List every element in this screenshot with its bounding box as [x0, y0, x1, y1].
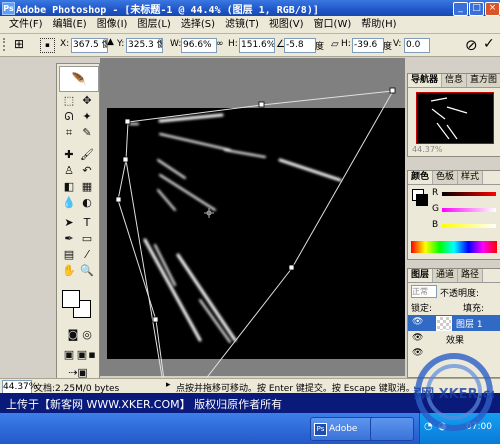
tab-styles[interactable]: 样式 — [458, 171, 484, 184]
layer-name[interactable]: 图层 1 — [456, 317, 483, 330]
eye-icon[interactable]: 👁 — [412, 333, 423, 343]
navigator-panel: 导航器 信息 直方图 44.37% — [407, 73, 500, 157]
color-tabs: 颜色 色板 样式 — [408, 171, 500, 185]
tab-info[interactable]: 信息 — [442, 74, 468, 87]
tab-layers[interactable]: 图层 — [408, 269, 434, 282]
blend-mode-select[interactable]: 正常 — [411, 285, 437, 298]
r-slider[interactable] — [442, 192, 496, 196]
layer-effects-row[interactable]: 👁 效果 — [408, 332, 500, 346]
taskbar-button[interactable] — [370, 417, 414, 441]
layer-thumbnail — [436, 316, 452, 331]
transform-outline — [125, 90, 394, 427]
navigator-zoom[interactable]: 44.37% — [412, 145, 443, 154]
layers-tabs: 图层 通道 路径 — [408, 269, 500, 283]
fill-label: 填充: — [463, 304, 485, 314]
eye-icon[interactable]: 👁 — [412, 317, 423, 327]
b-slider[interactable] — [442, 224, 496, 228]
status-arrow-icon[interactable]: ▸ — [166, 380, 171, 390]
light-streak — [159, 133, 231, 151]
g-slider[interactable] — [442, 208, 496, 212]
tab-navigator[interactable]: 导航器 — [408, 74, 443, 87]
transform-handle[interactable] — [124, 118, 131, 125]
watermark-text: 新客网 XKER.com — [414, 386, 494, 402]
tab-color[interactable]: 颜色 — [408, 171, 434, 184]
color-spectrum-bar[interactable] — [411, 241, 497, 253]
navigator-thumbnail[interactable] — [416, 92, 494, 144]
g-label: G — [432, 204, 439, 214]
tab-paths[interactable]: 路径 — [458, 269, 484, 282]
lock-label: 锁定: — [411, 304, 433, 314]
color-panel: 颜色 色板 样式 R G B — [407, 170, 500, 260]
transform-handle[interactable] — [115, 196, 122, 203]
light-streak — [224, 149, 266, 158]
effect-label: 效果 — [446, 336, 465, 346]
navigator-preview-icon — [430, 97, 468, 140]
b-label: B — [432, 220, 439, 230]
light-streaks — [129, 113, 342, 343]
transform-handle[interactable] — [152, 316, 159, 323]
tab-swatches[interactable]: 色板 — [433, 171, 459, 184]
status-zoom-field[interactable]: 44.37% — [2, 380, 37, 394]
r-label: R — [432, 188, 439, 198]
transform-handle[interactable] — [288, 264, 295, 271]
tab-channels[interactable]: 通道 — [433, 269, 459, 282]
banner-text: 上传于【新客网 WWW.XKER.COM】 版权归原作者所有 — [6, 398, 283, 411]
navigator-tabs: 导航器 信息 直方图 — [408, 74, 500, 88]
light-streak — [157, 189, 176, 211]
light-streak — [199, 299, 231, 343]
photoshop-task-icon: Ps — [314, 423, 327, 436]
light-streak — [176, 253, 237, 342]
transform-handle[interactable] — [389, 87, 396, 94]
opacity-label: 不透明度: — [440, 289, 480, 299]
light-streak — [278, 158, 342, 182]
color-bg-swatch[interactable] — [416, 194, 428, 206]
transform-handle[interactable] — [258, 101, 265, 108]
light-streak — [158, 113, 224, 123]
xker-watermark-logo: 新客网 XKER.com — [414, 353, 494, 431]
light-streak — [159, 174, 216, 211]
taskbar-app-label: Adobe — [329, 424, 358, 434]
layer-row-selected[interactable]: 👁 图层 1 — [408, 315, 500, 331]
transform-handles[interactable] — [115, 87, 396, 323]
transform-handle[interactable] — [122, 156, 129, 163]
tab-histogram[interactable]: 直方图 — [467, 74, 500, 87]
free-transform-box[interactable] — [117, 90, 394, 427]
